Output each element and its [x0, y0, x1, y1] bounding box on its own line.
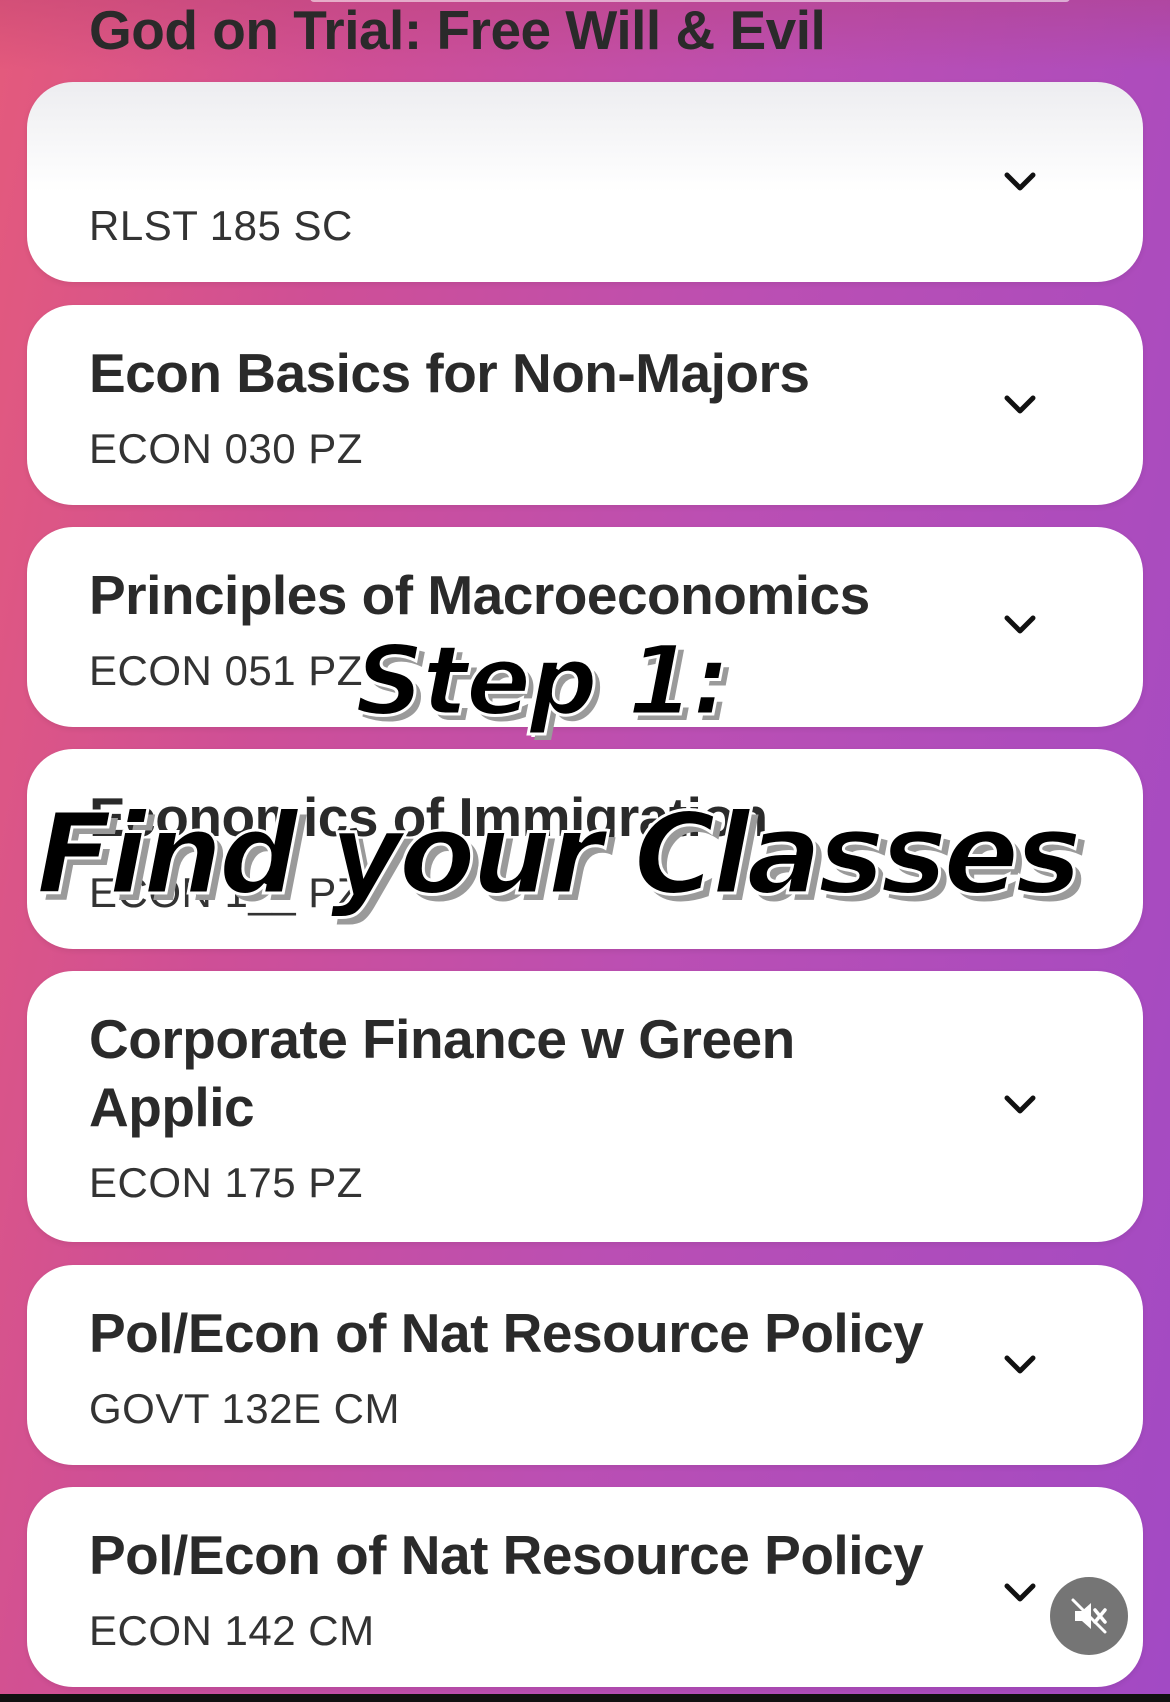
mute-button[interactable]	[1050, 1577, 1128, 1655]
course-code: GOVT 132E CM	[89, 1385, 400, 1432]
chevron-down-icon[interactable]	[1003, 1087, 1037, 1121]
course-card[interactable]: Econ Basics for Non-Majors ECON 030 PZ	[27, 305, 1143, 505]
course-title: Corporate Finance w Green Applic	[89, 1008, 795, 1138]
muted-speaker-icon	[1071, 1598, 1107, 1634]
course-title: Principles of Macroeconomics	[89, 564, 870, 626]
course-card[interactable]: Corporate Finance w Green Applic ECON 17…	[27, 971, 1143, 1242]
course-card[interactable]: Pol/Econ of Nat Resource Policy GOVT 132…	[27, 1265, 1143, 1465]
course-card[interactable]: Pol/Econ of Nat Resource Policy ECON 142…	[27, 1487, 1143, 1687]
course-code: ECON 051 PZ	[89, 647, 363, 694]
chevron-down-icon[interactable]	[1003, 387, 1037, 421]
chevron-down-icon[interactable]	[1003, 1347, 1037, 1381]
course-title: Pol/Econ of Nat Resource Policy	[89, 1302, 924, 1364]
course-title: Pol/Econ of Nat Resource Policy	[89, 1524, 924, 1586]
course-code: ECON 142 CM	[89, 1607, 375, 1654]
course-code: ECON 030 PZ	[89, 425, 363, 472]
course-card[interactable]: God on Trial: Free Will & Evil RLST 185 …	[27, 0, 1143, 282]
chevron-down-icon[interactable]	[1003, 1575, 1037, 1609]
overlay-subtitle: Find your Classes	[35, 789, 1084, 922]
chevron-down-icon[interactable]	[1003, 164, 1037, 198]
bottom-strip	[0, 1694, 1170, 1702]
course-title: Econ Basics for Non-Majors	[89, 342, 810, 404]
overlay-step-heading: Step 1:	[353, 624, 731, 739]
course-code: RLST 185 SC	[89, 202, 353, 249]
course-title: God on Trial: Free Will & Evil	[89, 0, 826, 61]
course-code: ECON 175 PZ	[89, 1159, 363, 1206]
chevron-down-icon[interactable]	[1003, 607, 1037, 641]
